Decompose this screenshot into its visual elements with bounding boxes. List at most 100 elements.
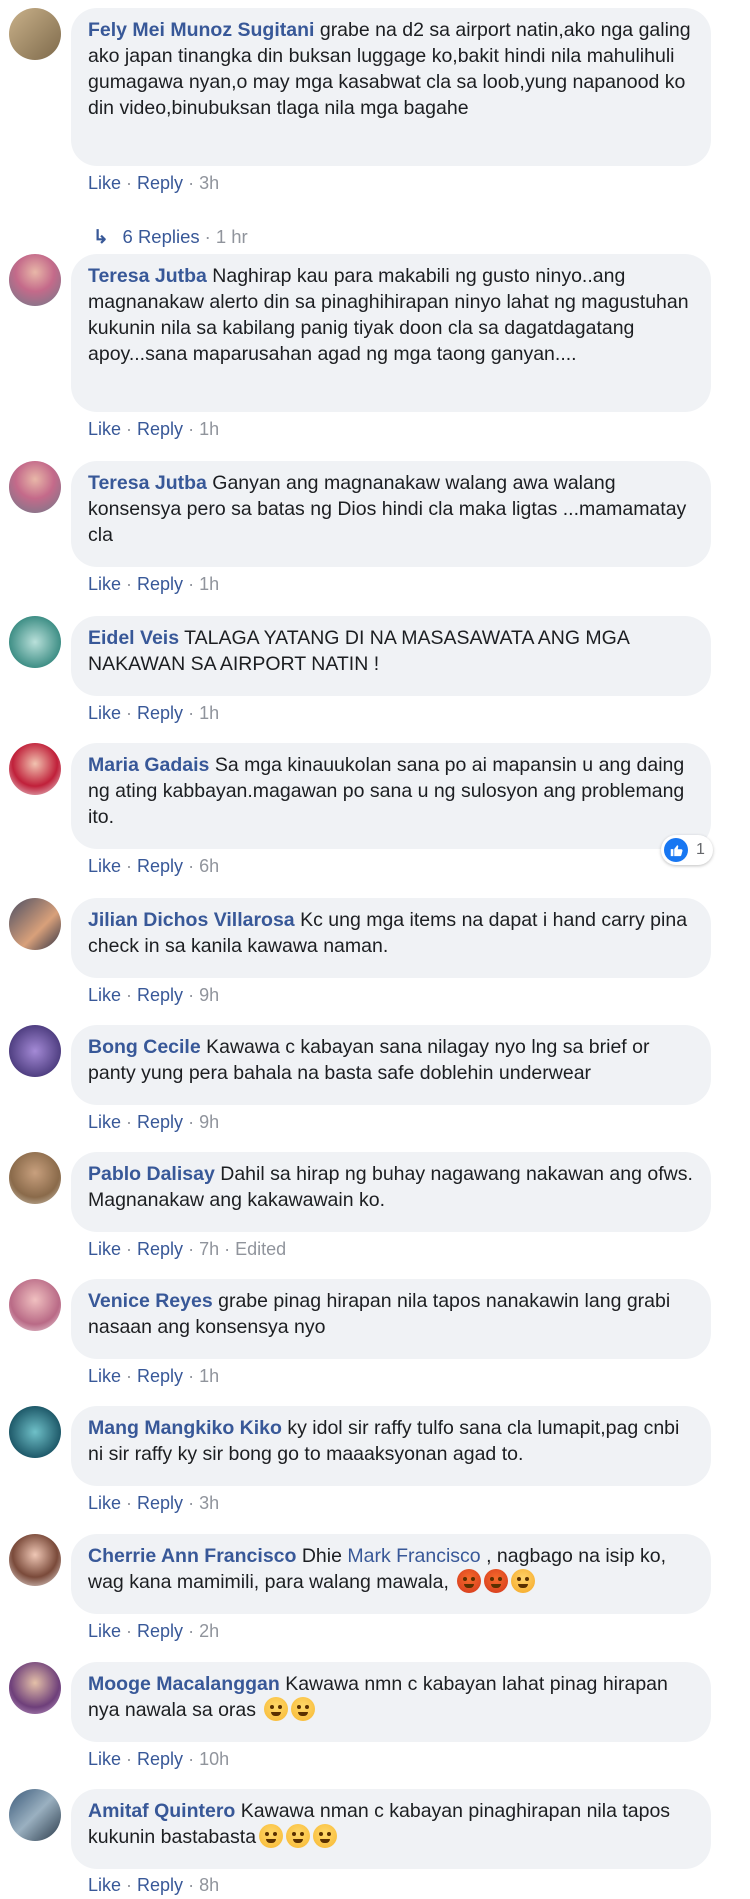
like-link[interactable]: Like: [88, 1239, 121, 1259]
like-link[interactable]: Like: [88, 419, 121, 439]
reply-link[interactable]: Reply: [137, 1875, 183, 1895]
timestamp[interactable]: 8h: [199, 1875, 219, 1895]
comment-bubble: Jilian Dichos Villarosa Kc ung mga items…: [71, 898, 711, 978]
view-replies-link[interactable]: ↳ 6 Replies · 1 hr: [93, 226, 248, 248]
like-link[interactable]: Like: [88, 985, 121, 1005]
comment-thread: Fely Mei Munoz Sugitani grabe na d2 sa a…: [0, 0, 750, 1899]
reply-link[interactable]: Reply: [137, 1112, 183, 1132]
author-name[interactable]: Mang Mangkiko Kiko: [88, 1417, 282, 1439]
author-name[interactable]: Amitaf Quintero: [88, 1800, 235, 1822]
timestamp[interactable]: 1h: [199, 703, 219, 723]
avatar[interactable]: [9, 1406, 61, 1458]
reaction-count: 1: [696, 841, 705, 858]
avatar[interactable]: [9, 1279, 61, 1331]
comment-actions: Like · Reply · 9h: [88, 1112, 219, 1133]
mention-link[interactable]: Mark Francisco: [347, 1545, 480, 1567]
author-name[interactable]: Pablo Dalisay: [88, 1163, 215, 1185]
timestamp[interactable]: 9h: [199, 1112, 219, 1132]
separator: ·: [126, 703, 133, 723]
reply-link[interactable]: Reply: [137, 173, 183, 193]
avatar[interactable]: [9, 461, 61, 513]
comment-text-before: Dhie: [301, 1545, 342, 1567]
author-name[interactable]: Maria Gadais: [88, 754, 209, 776]
avatar[interactable]: [9, 254, 61, 306]
like-link[interactable]: Like: [88, 1621, 121, 1641]
reply-link[interactable]: Reply: [137, 1239, 183, 1259]
separator: ·: [224, 1239, 231, 1259]
weary-face-icon: [259, 1824, 284, 1848]
timestamp[interactable]: 3h: [199, 1493, 219, 1513]
like-link[interactable]: Like: [88, 1875, 121, 1895]
like-link[interactable]: Like: [88, 574, 121, 594]
comment-bubble: Cherrie Ann Francisco Dhie Mark Francisc…: [71, 1534, 711, 1614]
avatar[interactable]: [9, 898, 61, 950]
replies-count[interactable]: 6 Replies: [123, 226, 200, 247]
timestamp[interactable]: 6h: [199, 856, 219, 876]
separator: ·: [188, 1366, 195, 1386]
like-link[interactable]: Like: [88, 1112, 121, 1132]
author-name[interactable]: Teresa Jutba: [88, 265, 207, 287]
comment-bubble: Amitaf Quintero Kawawa nman c kabayan pi…: [71, 1789, 711, 1869]
separator: ·: [188, 173, 195, 193]
author-name[interactable]: Eidel Veis: [88, 627, 179, 649]
comment-bubble: Eidel Veis TALAGA YATANG DI NA MASASAWAT…: [71, 616, 711, 696]
comment-bubble: Venice Reyes grabe pinag hirapan nila ta…: [71, 1279, 711, 1359]
reply-link[interactable]: Reply: [137, 419, 183, 439]
like-link[interactable]: Like: [88, 173, 121, 193]
reply-link[interactable]: Reply: [137, 1366, 183, 1386]
comment-actions: Like · Reply · 1h: [88, 574, 219, 595]
comment-actions: Like · Reply · 1h: [88, 1366, 219, 1387]
author-name[interactable]: Cherrie Ann Francisco: [88, 1545, 296, 1567]
separator: ·: [126, 173, 133, 193]
reply-link[interactable]: Reply: [137, 574, 183, 594]
avatar[interactable]: [9, 8, 61, 60]
reply-link[interactable]: Reply: [137, 703, 183, 723]
author-name[interactable]: Jilian Dichos Villarosa: [88, 909, 295, 931]
reply-link[interactable]: Reply: [137, 985, 183, 1005]
author-name[interactable]: Mooge Macalanggan: [88, 1673, 280, 1695]
timestamp[interactable]: 2h: [199, 1621, 219, 1641]
avatar[interactable]: [9, 1534, 61, 1586]
avatar[interactable]: [9, 743, 61, 795]
separator: ·: [126, 1366, 133, 1386]
author-name[interactable]: Venice Reyes: [88, 1290, 213, 1312]
timestamp[interactable]: 7h: [199, 1239, 219, 1259]
separator: ·: [188, 1112, 195, 1132]
avatar[interactable]: [9, 616, 61, 668]
comment-bubble: Teresa Jutba Naghirap kau para makabili …: [71, 254, 711, 412]
avatar[interactable]: [9, 1152, 61, 1204]
edited-label[interactable]: Edited: [235, 1239, 286, 1259]
reply-link[interactable]: Reply: [137, 1749, 183, 1769]
separator: ·: [126, 1621, 133, 1641]
thumbs-up-icon: [664, 838, 688, 862]
timestamp[interactable]: 9h: [199, 985, 219, 1005]
avatar[interactable]: [9, 1025, 61, 1077]
timestamp[interactable]: 1h: [199, 1366, 219, 1386]
like-link[interactable]: Like: [88, 1493, 121, 1513]
reply-link[interactable]: Reply: [137, 856, 183, 876]
separator: ·: [126, 1493, 133, 1513]
like-link[interactable]: Like: [88, 1366, 121, 1386]
timestamp[interactable]: 3h: [199, 173, 219, 193]
reply-link[interactable]: Reply: [137, 1621, 183, 1641]
comment-bubble: Teresa Jutba Ganyan ang magnanakaw walan…: [71, 461, 711, 567]
like-link[interactable]: Like: [88, 856, 121, 876]
timestamp[interactable]: 10h: [199, 1749, 229, 1769]
weary-face-icon: [286, 1824, 311, 1848]
reply-arrow-icon: ↳: [93, 226, 109, 247]
separator: ·: [126, 574, 133, 594]
like-link[interactable]: Like: [88, 1749, 121, 1769]
separator: ·: [126, 1749, 133, 1769]
reply-link[interactable]: Reply: [137, 1493, 183, 1513]
author-name[interactable]: Teresa Jutba: [88, 472, 207, 494]
avatar[interactable]: [9, 1662, 61, 1714]
author-name[interactable]: Bong Cecile: [88, 1036, 201, 1058]
reaction-summary[interactable]: 1: [661, 835, 713, 865]
separator: ·: [126, 1875, 133, 1895]
like-link[interactable]: Like: [88, 703, 121, 723]
tears-of-joy-face-icon: [264, 1697, 289, 1721]
timestamp[interactable]: 1h: [199, 574, 219, 594]
author-name[interactable]: Fely Mei Munoz Sugitani: [88, 19, 314, 41]
avatar[interactable]: [9, 1789, 61, 1841]
timestamp[interactable]: 1h: [199, 419, 219, 439]
